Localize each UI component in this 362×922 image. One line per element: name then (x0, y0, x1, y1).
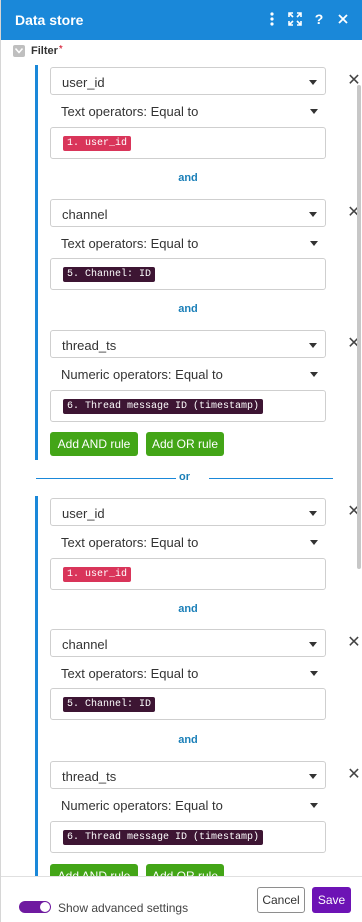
operator-select[interactable]: Text operators: Equal to (50, 232, 326, 254)
add-or-rule-button[interactable]: Add OR rule (146, 864, 224, 876)
value-input[interactable]: 5. Channel: ID (50, 688, 326, 720)
value-input[interactable]: 1. user_id (50, 558, 326, 590)
variable-pill[interactable]: 6. Thread message ID (timestamp) (63, 399, 264, 414)
variable-pill[interactable]: 5. Channel: ID (63, 697, 156, 712)
operator-select[interactable]: Numeric operators: Equal to (50, 363, 326, 385)
data-store-panel: Data store ? Filter * user_id ✕ Text ope… (0, 0, 362, 922)
variable-pill[interactable]: 6. Thread message ID (timestamp) (63, 830, 264, 845)
help-icon[interactable]: ? (310, 10, 328, 28)
close-icon[interactable] (334, 10, 352, 28)
field-select[interactable]: thread_ts (50, 761, 326, 789)
and-label: and (178, 603, 198, 615)
chevron-down-icon[interactable] (13, 45, 25, 57)
value-input[interactable]: 5. Channel: ID (50, 258, 326, 290)
variable-pill[interactable]: 1. user_id (63, 567, 132, 582)
separator-line (209, 478, 333, 479)
add-and-rule-button[interactable]: Add AND rule (50, 864, 138, 876)
field-select[interactable]: channel (50, 199, 326, 227)
variable-pill[interactable]: 1. user_id (63, 136, 132, 151)
toggle-knob (40, 902, 50, 912)
or-separator: or (36, 471, 333, 485)
remove-condition-icon[interactable]: ✕ (346, 767, 362, 783)
scrollbar[interactable] (357, 85, 361, 569)
value-input[interactable]: 1. user_id (50, 127, 326, 159)
advanced-settings-label: Show advanced settings (58, 901, 189, 915)
operator-select[interactable]: Text operators: Equal to (50, 531, 326, 553)
or-group: user_id ✕ Text operators: Equal to 1. us… (35, 496, 361, 876)
add-and-rule-button[interactable]: Add AND rule (50, 432, 138, 456)
and-label: and (178, 172, 198, 184)
panel-footer: Show advanced settings Cancel Save (1, 876, 362, 922)
field-select[interactable]: user_id (50, 67, 326, 95)
or-label: or (179, 471, 190, 483)
filter-header[interactable]: Filter * (13, 44, 63, 58)
panel-title: Data store (15, 12, 84, 28)
and-label: and (178, 734, 198, 746)
advanced-settings-toggle[interactable] (19, 901, 51, 913)
save-button[interactable]: Save (312, 887, 351, 913)
operator-select[interactable]: Text operators: Equal to (50, 100, 326, 122)
field-select[interactable]: user_id (50, 498, 326, 526)
operator-select[interactable]: Numeric operators: Equal to (50, 794, 326, 816)
panel-header: Data store ? (1, 0, 362, 40)
variable-pill[interactable]: 5. Channel: ID (63, 267, 156, 282)
required-mark: * (58, 43, 63, 55)
remove-condition-icon[interactable]: ✕ (346, 635, 362, 651)
cancel-button[interactable]: Cancel (257, 887, 305, 913)
add-or-rule-button[interactable]: Add OR rule (146, 432, 224, 456)
operator-select[interactable]: Text operators: Equal to (50, 662, 326, 684)
expand-icon[interactable] (286, 10, 304, 28)
value-input[interactable]: 6. Thread message ID (timestamp) (50, 390, 326, 422)
value-input[interactable]: 6. Thread message ID (timestamp) (50, 821, 326, 853)
and-label: and (178, 303, 198, 315)
filter-label: Filter (31, 45, 58, 57)
field-select[interactable]: channel (50, 629, 326, 657)
field-select[interactable]: thread_ts (50, 330, 326, 358)
more-vertical-icon[interactable] (263, 10, 281, 28)
filter-content: Filter * user_id ✕ Text operators: Equal… (1, 40, 362, 876)
or-group: user_id ✕ Text operators: Equal to 1. us… (35, 65, 361, 460)
